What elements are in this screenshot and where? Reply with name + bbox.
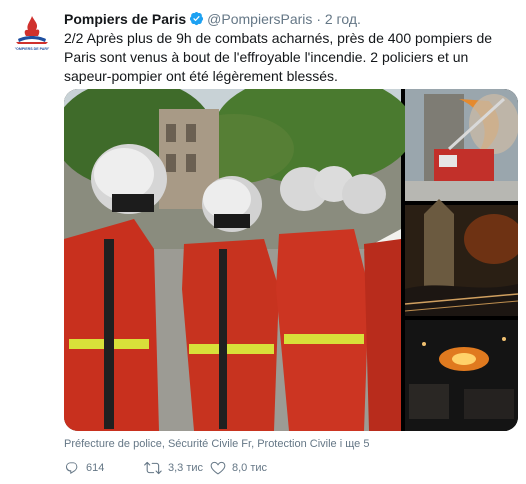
timestamp[interactable]: 2 год.	[325, 11, 361, 27]
avatar[interactable]: POMPIERS DE PARIS	[10, 12, 54, 56]
tweet[interactable]: POMPIERS DE PARIS Pompiers de Paris @Pomp…	[0, 0, 526, 484]
photo-night-cathedral[interactable]	[404, 199, 518, 316]
pompiers-logo-icon: POMPIERS DE PARIS	[10, 12, 54, 56]
photo-firefighters[interactable]	[64, 89, 414, 431]
media-credit[interactable]: Préfecture de police, Sécurité Civile Fr…	[64, 438, 369, 450]
tweet-header: Pompiers de Paris @PompiersParis · 2 год.	[64, 10, 361, 30]
like-count: 8,0 тис	[232, 462, 268, 474]
photo-cathedral-fire[interactable]	[405, 89, 518, 201]
retweet-icon	[144, 460, 162, 476]
svg-text:POMPIERS DE PARIS: POMPIERS DE PARIS	[14, 47, 51, 51]
tweet-text: 2/2 Après plus de 9h de combats acharnés…	[64, 30, 493, 84]
media-grid[interactable]	[64, 89, 518, 431]
reply-icon	[64, 460, 80, 476]
reply-count: 614	[86, 462, 105, 474]
author-name[interactable]: Pompiers de Paris	[64, 11, 186, 27]
like-button[interactable]: 8,0 тис	[210, 460, 267, 476]
heart-icon	[210, 460, 226, 476]
separator-dot: ·	[316, 11, 321, 27]
verified-badge-icon	[189, 11, 204, 30]
author-handle[interactable]: @PompiersParis	[207, 11, 312, 27]
retweet-count: 3,3 тис	[168, 462, 204, 474]
reply-button[interactable]: 614	[64, 460, 104, 476]
photo-aerial-fire[interactable]	[405, 320, 518, 431]
retweet-button[interactable]: 3,3 тис	[144, 460, 203, 476]
